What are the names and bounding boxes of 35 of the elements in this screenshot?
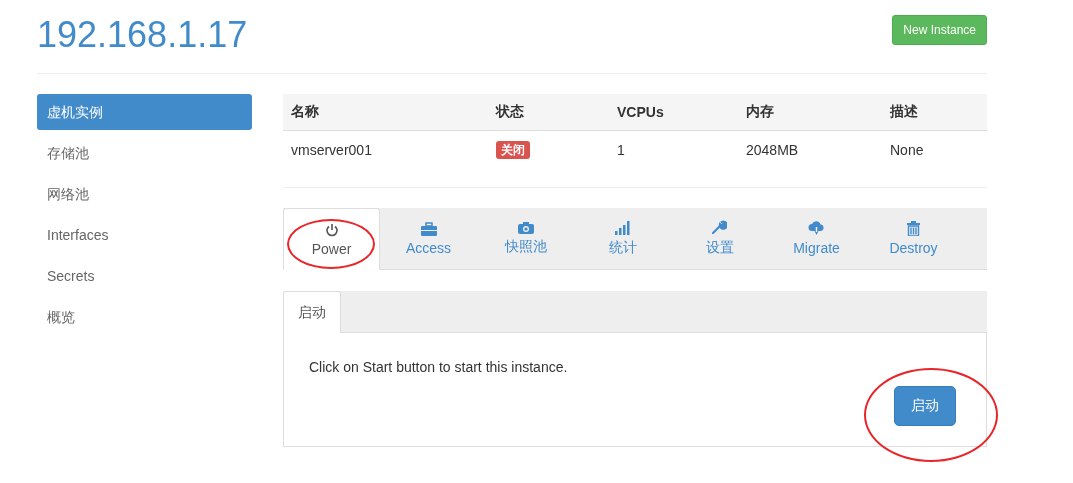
tab[interactable]: Migrate <box>768 208 865 269</box>
new-instance-button[interactable]: New Instance <box>892 15 987 45</box>
instruction-text: Click on Start button to start this instance. <box>309 359 568 375</box>
sidebar-item[interactable]: 概览 <box>37 299 252 335</box>
briefcase-icon <box>420 221 437 236</box>
camera-icon <box>517 221 534 234</box>
signal-bars-icon <box>615 220 630 235</box>
table-cell: 2048MB <box>746 141 799 158</box>
table-cell: vmserver001 <box>291 141 372 158</box>
tab[interactable]: 设置 <box>671 208 768 269</box>
column-header: VCPUs <box>609 94 738 131</box>
column-header: 内存 <box>738 94 882 131</box>
power-icon <box>324 222 339 237</box>
column-header: 状态 <box>488 94 609 131</box>
column-header: 名称 <box>283 94 488 131</box>
sidebar-item[interactable]: Interfaces <box>37 217 252 253</box>
sidebar-item[interactable]: Secrets <box>37 258 252 294</box>
trash-icon <box>907 221 920 236</box>
column-header: 描述 <box>882 94 987 131</box>
status-label: 关闭 <box>496 140 530 159</box>
tab[interactable]: Access <box>380 208 477 269</box>
tab[interactable]: Destroy <box>865 208 962 269</box>
sidebar-item[interactable]: 网络池 <box>37 176 252 212</box>
table-cell: 1 <box>617 141 625 158</box>
tab[interactable]: 快照池 <box>477 208 574 269</box>
sidebar-item[interactable]: 存储池 <box>37 135 252 171</box>
tab[interactable]: 统计 <box>574 208 671 269</box>
sidebar-item[interactable]: 虚机实例 <box>37 94 252 130</box>
tab[interactable]: Power <box>283 208 380 270</box>
table-cell: None <box>890 141 924 158</box>
start-button[interactable]: 启动 <box>894 386 956 426</box>
wrench-icon <box>712 220 727 235</box>
page-title: 192.168.1.17 <box>37 15 248 55</box>
tab[interactable]: 启动 <box>283 291 341 333</box>
cloud-download-icon <box>808 221 825 236</box>
